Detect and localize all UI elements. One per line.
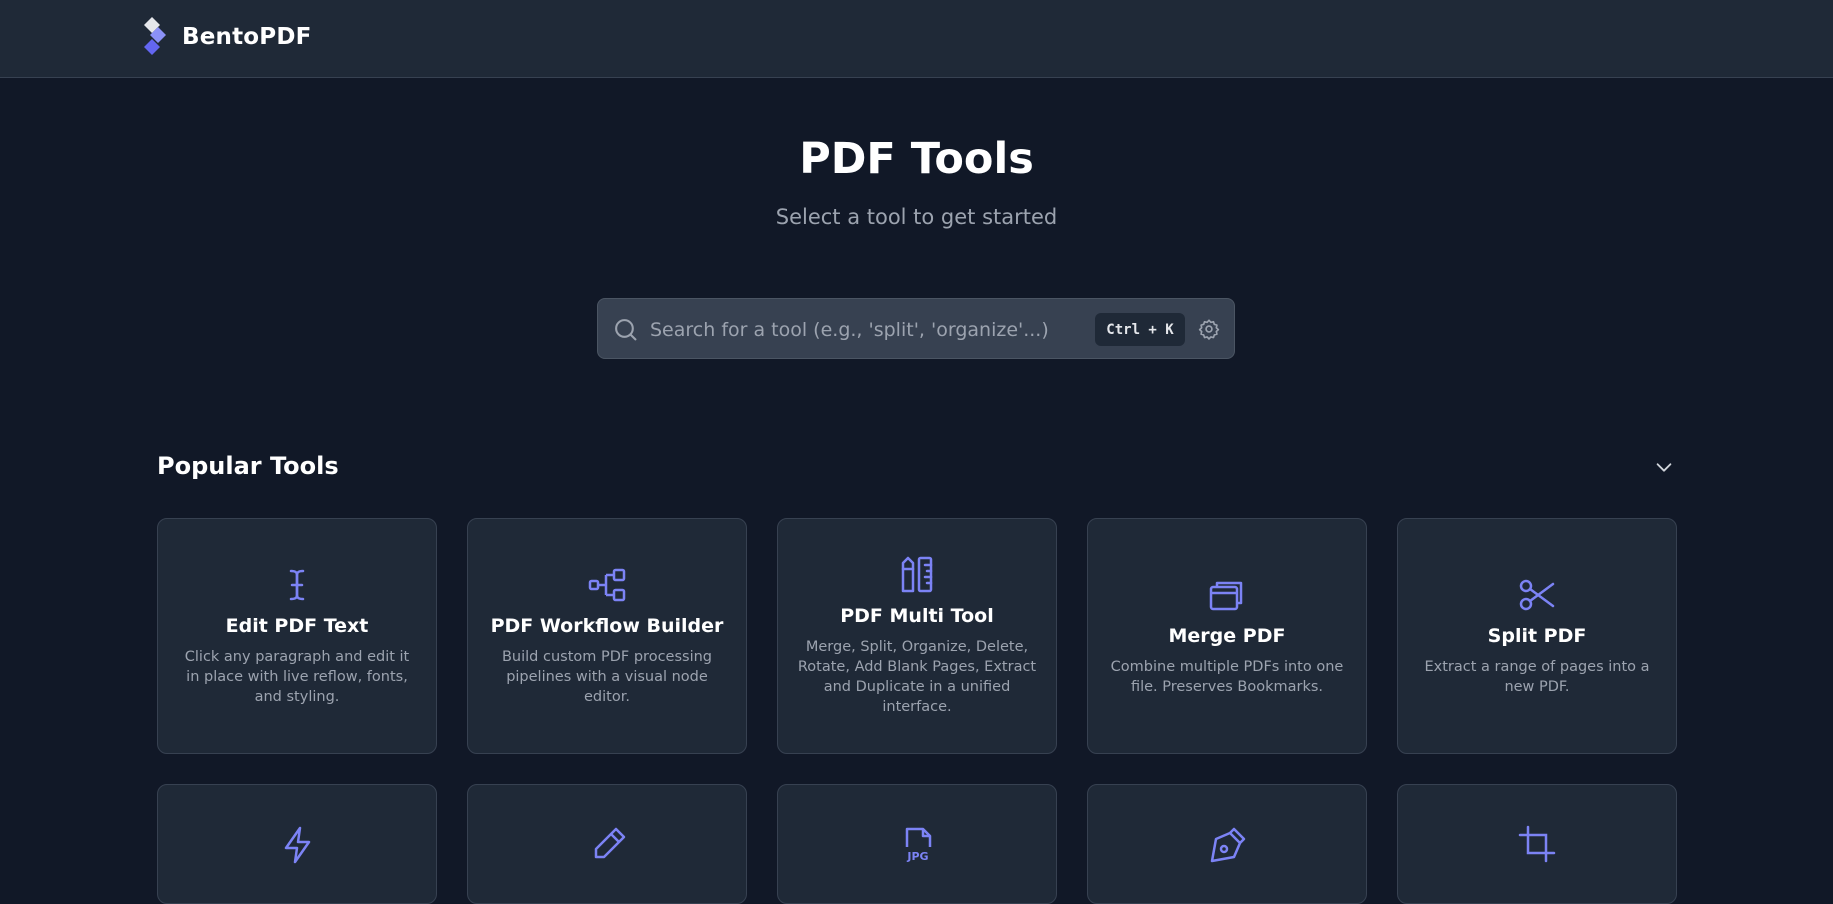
workflow-icon xyxy=(588,568,626,602)
gear-icon[interactable] xyxy=(1198,318,1220,340)
app-name: BentoPDF xyxy=(182,24,312,50)
tool-card[interactable] xyxy=(1087,784,1367,904)
tool-card-title: PDF Workflow Builder xyxy=(490,615,724,637)
tool-card-description: Click any paragraph and edit it in place… xyxy=(184,649,410,705)
pencil-icon xyxy=(594,827,626,859)
tool-card-title: PDF Multi Tool xyxy=(840,605,994,627)
chevron-down-icon[interactable] xyxy=(1653,456,1675,478)
jpg-file-icon: JPG xyxy=(905,827,932,863)
tool-card-title: Edit PDF Text xyxy=(225,615,369,637)
tool-card-description: Build custom PDF processing pipelines wi… xyxy=(501,649,713,705)
stacked-windows-icon xyxy=(1209,581,1243,611)
top-navbar: BentoPDF xyxy=(0,0,1833,78)
scissors-icon xyxy=(1519,579,1555,611)
search-icon xyxy=(615,319,637,341)
page-subtitle: Select a tool to get started xyxy=(775,205,1058,229)
bento-logo-icon xyxy=(144,17,166,55)
tool-card-title: Merge PDF xyxy=(1168,625,1286,647)
tool-card-pdf-multi-tool[interactable]: PDF Multi Tool Merge, Split, Organize, D… xyxy=(777,518,1057,754)
tool-card-pdf-workflow-builder[interactable]: PDF Workflow Builder Build custom PDF pr… xyxy=(467,518,747,754)
tool-search-bar: Ctrl + K xyxy=(597,298,1235,359)
tool-card[interactable] xyxy=(467,784,747,904)
pen-nib-icon xyxy=(1210,827,1246,863)
search-input[interactable] xyxy=(648,311,1072,349)
tool-card[interactable] xyxy=(1397,784,1677,904)
brand-logo-link[interactable]: BentoPDF xyxy=(144,16,312,58)
lightning-icon xyxy=(284,826,311,864)
tool-card-split-pdf[interactable]: Split PDF Extract a range of pages into … xyxy=(1397,518,1677,754)
text-cursor-icon xyxy=(289,569,305,601)
svg-text:JPG: JPG xyxy=(906,850,928,863)
tool-card-title: Split PDF xyxy=(1487,625,1587,647)
tool-card-merge-pdf[interactable]: Merge PDF Combine multiple PDFs into one… xyxy=(1087,518,1367,754)
tool-card-description: Extract a range of pages into a new PDF. xyxy=(1424,659,1650,695)
tool-card-description: Merge, Split, Organize, Delete, Rotate, … xyxy=(797,639,1037,715)
pencil-ruler-icon xyxy=(901,556,933,593)
page-title: PDF Tools xyxy=(799,134,1034,184)
section-title-popular-tools: Popular Tools xyxy=(157,452,339,480)
keyboard-shortcut-badge: Ctrl + K xyxy=(1095,313,1185,346)
crop-icon xyxy=(1518,825,1556,863)
tool-card[interactable] xyxy=(157,784,437,904)
tool-card-description: Combine multiple PDFs into one file. Pre… xyxy=(1110,659,1344,695)
tool-card-edit-pdf-text[interactable]: Edit PDF Text Click any paragraph and ed… xyxy=(157,518,437,754)
tool-card[interactable]: JPG xyxy=(777,784,1057,904)
